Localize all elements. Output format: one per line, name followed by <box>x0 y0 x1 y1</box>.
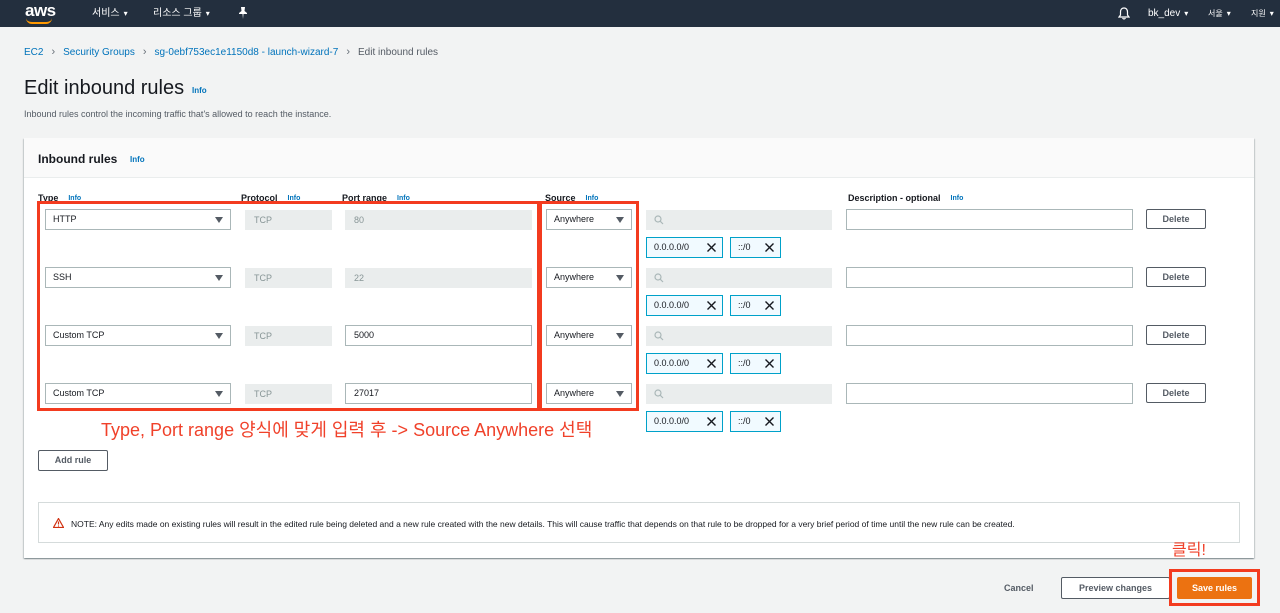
annotation-click: 클릭! <box>1172 542 1206 559</box>
close-icon[interactable] <box>764 242 775 253</box>
rule-4-delete-button[interactable]: Delete <box>1146 383 1206 403</box>
close-icon[interactable] <box>706 300 717 311</box>
col-description-label: Description - optional <box>848 193 941 203</box>
cidr-value: 0.0.0.0/0 <box>654 300 690 310</box>
title-info-link[interactable]: Info <box>192 86 207 95</box>
warning-alert: NOTE: Any edits made on existing rules w… <box>38 502 1240 543</box>
breadcrumb-security-group[interactable]: sg-0ebf753ec1e1150d8 - launch-wizard-7 <box>155 47 339 58</box>
region-menu[interactable]: 서울 ▾ <box>1208 8 1231 20</box>
chevron-down-icon: ▾ <box>205 9 210 18</box>
cidr-value: 0.0.0.0/0 <box>654 242 690 252</box>
services-label: 서비스 <box>92 8 120 19</box>
support-menu[interactable]: 지원 ▾ <box>1251 8 1274 20</box>
rule-1-description-input[interactable] <box>846 209 1133 230</box>
search-icon <box>654 331 664 341</box>
services-menu[interactable]: 서비스 ▾ <box>92 8 128 20</box>
rule-3-cidr-search[interactable] <box>646 326 832 346</box>
annotation-box-source <box>539 201 639 411</box>
rule-3-cidr-token-ipv4: 0.0.0.0/0 <box>646 353 723 374</box>
rule-4-cidr-token-ipv6: ::/0 <box>730 411 781 432</box>
rule-2-cidr-search[interactable] <box>646 268 832 288</box>
rule-4-cidr-token-ipv4: 0.0.0.0/0 <box>646 411 723 432</box>
breadcrumb-current: Edit inbound rules <box>358 47 439 58</box>
support-label: 지원 <box>1251 9 1266 18</box>
preview-changes-button[interactable]: Preview changes <box>1061 577 1170 599</box>
chevron-down-icon: ▾ <box>1184 9 1189 18</box>
chevron-right-icon: › <box>142 46 147 58</box>
rule-1-cidr-token-ipv4: 0.0.0.0/0 <box>646 237 723 258</box>
panel-header: Inbound rules Info <box>24 138 1254 178</box>
save-rules-button[interactable]: Save rules <box>1177 577 1252 599</box>
warning-icon <box>53 518 64 528</box>
pin-icon[interactable] <box>238 7 248 19</box>
rule-2-description-input[interactable] <box>846 267 1133 288</box>
bell-icon[interactable] <box>1118 7 1130 20</box>
search-icon <box>654 389 664 399</box>
search-icon <box>654 273 664 283</box>
panel-title: Inbound rules <box>38 152 118 166</box>
panel-info-link[interactable]: Info <box>130 155 145 164</box>
rule-3-cidr-token-ipv6: ::/0 <box>730 353 781 374</box>
aws-logo-smile <box>26 18 52 24</box>
cidr-value: ::/0 <box>738 300 751 310</box>
account-menu[interactable]: bk_dev ▾ <box>1148 8 1188 20</box>
username-label: bk_dev <box>1148 8 1181 19</box>
resource-groups-menu[interactable]: 리소스 그룹 ▾ <box>153 8 210 20</box>
chevron-right-icon: › <box>51 46 56 58</box>
rule-1-delete-button[interactable]: Delete <box>1146 209 1206 229</box>
rule-4-description-input[interactable] <box>846 383 1133 404</box>
close-icon[interactable] <box>764 416 775 427</box>
close-icon[interactable] <box>764 358 775 369</box>
warning-message: NOTE: Any edits made on existing rules w… <box>71 519 1015 529</box>
breadcrumb: EC2 › Security Groups › sg-0ebf753ec1e1150d8… <box>24 45 438 59</box>
close-icon[interactable] <box>706 358 717 369</box>
resource-groups-label: 리소스 그룹 <box>153 8 202 19</box>
chevron-down-icon: ▾ <box>1226 9 1231 18</box>
page-description: Inbound rules control the incoming traff… <box>24 109 332 119</box>
annotation-box-type-port <box>37 201 540 411</box>
chevron-down-icon: ▾ <box>1269 9 1274 18</box>
cidr-value: ::/0 <box>738 242 751 252</box>
rule-2-cidr-token-ipv6: ::/0 <box>730 295 781 316</box>
description-info-link[interactable]: Info <box>951 195 964 202</box>
rule-1-cidr-token-ipv6: ::/0 <box>730 237 781 258</box>
close-icon[interactable] <box>706 242 717 253</box>
close-icon[interactable] <box>706 416 717 427</box>
aws-logo[interactable]: aws <box>25 2 56 19</box>
cidr-value: 0.0.0.0/0 <box>654 416 690 426</box>
rule-3-description-input[interactable] <box>846 325 1133 346</box>
rule-2-cidr-token-ipv4: 0.0.0.0/0 <box>646 295 723 316</box>
breadcrumb-ec2[interactable]: EC2 <box>24 47 43 58</box>
region-label: 서울 <box>1208 9 1223 18</box>
search-icon <box>654 215 664 225</box>
cidr-value: 0.0.0.0/0 <box>654 358 690 368</box>
col-head-description: Description - optional Info <box>848 192 963 205</box>
cancel-button[interactable]: Cancel <box>1004 582 1034 594</box>
chevron-down-icon: ▾ <box>123 9 128 18</box>
chevron-right-icon: › <box>346 46 350 58</box>
breadcrumb-security-groups[interactable]: Security Groups <box>63 47 135 58</box>
page-title: Edit inbound rules <box>24 77 185 99</box>
rule-1-cidr-search[interactable] <box>646 210 832 230</box>
rule-3-delete-button[interactable]: Delete <box>1146 325 1206 345</box>
cidr-value: ::/0 <box>738 358 751 368</box>
annotation-instruction: Type, Port range 양식에 맞게 입력 후 -> Source A… <box>101 420 593 440</box>
rule-4-cidr-search[interactable] <box>646 384 832 404</box>
add-rule-button[interactable]: Add rule <box>38 450 108 471</box>
cidr-value: ::/0 <box>738 416 751 426</box>
close-icon[interactable] <box>764 300 775 311</box>
top-nav-bar: aws 서비스 ▾ 리소스 그룹 ▾ bk_dev ▾ 서울 ▾ 지원 ▾ <box>0 0 1280 27</box>
rule-2-delete-button[interactable]: Delete <box>1146 267 1206 287</box>
